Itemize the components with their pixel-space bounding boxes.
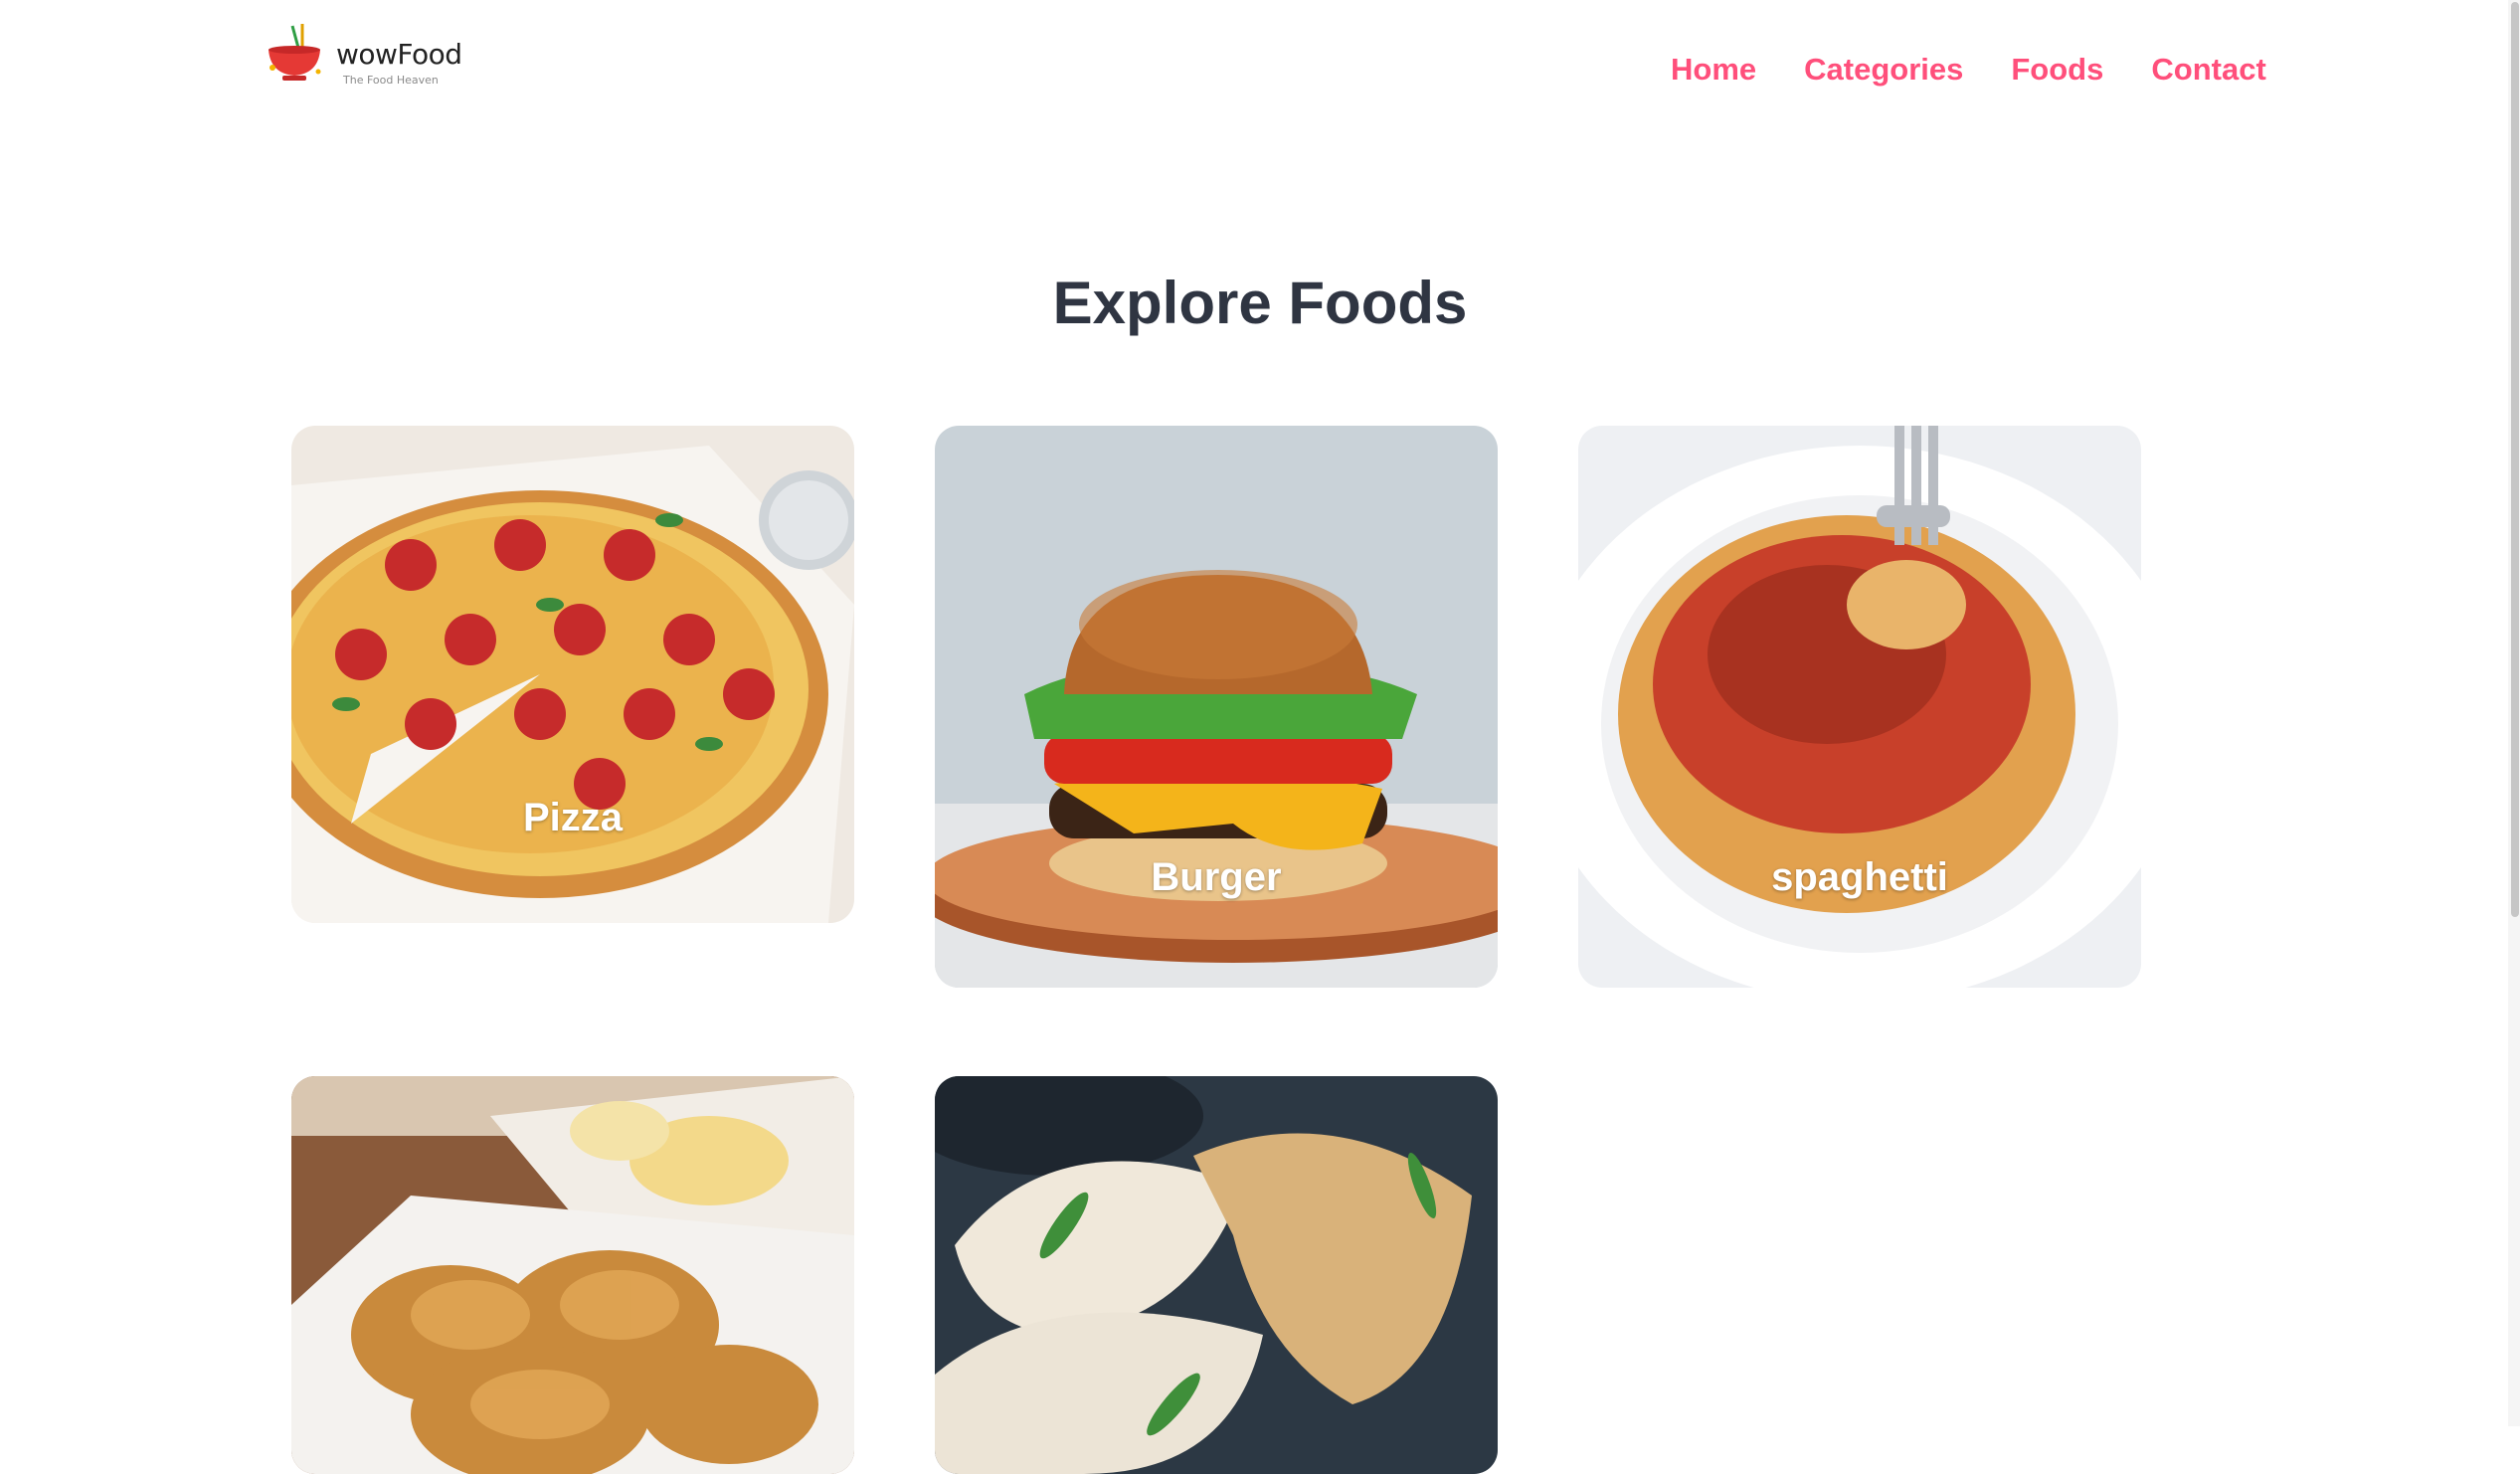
nav-categories[interactable]: Categories [1804, 52, 1963, 88]
page-scrollbar[interactable] [2508, 0, 2520, 1426]
category-card-spaghetti[interactable]: spaghetti [1578, 426, 2141, 988]
page-title: Explore Foods [1052, 270, 1468, 336]
fried-chicken-image [291, 1076, 854, 1474]
pizza-image [291, 426, 854, 923]
brand-name: wowFood [336, 38, 462, 71]
dumplings-image [935, 1076, 1498, 1474]
category-label: Burger [1151, 855, 1282, 899]
scrollbar-thumb[interactable] [2511, 2, 2519, 917]
site-header: wowFood The Food Heaven Home Categories … [0, 0, 2520, 129]
category-card-fried-chicken[interactable] [291, 1076, 854, 1474]
category-label: Pizza [522, 796, 624, 839]
nav-home[interactable]: Home [1671, 52, 1756, 88]
brand-tagline: The Food Heaven [343, 74, 439, 87]
category-card-pizza[interactable]: Pizza [291, 426, 854, 923]
category-card-dumplings[interactable] [935, 1076, 1498, 1474]
nav-foods[interactable]: Foods [2011, 52, 2103, 88]
category-label: spaghetti [1771, 855, 1948, 899]
main-nav: Home Categories Foods Contact [1671, 52, 2266, 88]
nav-contact[interactable]: Contact [2151, 52, 2265, 88]
brand-logo[interactable]: wowFood The Food Heaven [257, 14, 462, 93]
burger-image [935, 426, 1498, 988]
spaghetti-image [1578, 426, 2141, 988]
category-card-burger[interactable]: Burger [935, 426, 1498, 988]
bowl-icon [269, 24, 321, 81]
